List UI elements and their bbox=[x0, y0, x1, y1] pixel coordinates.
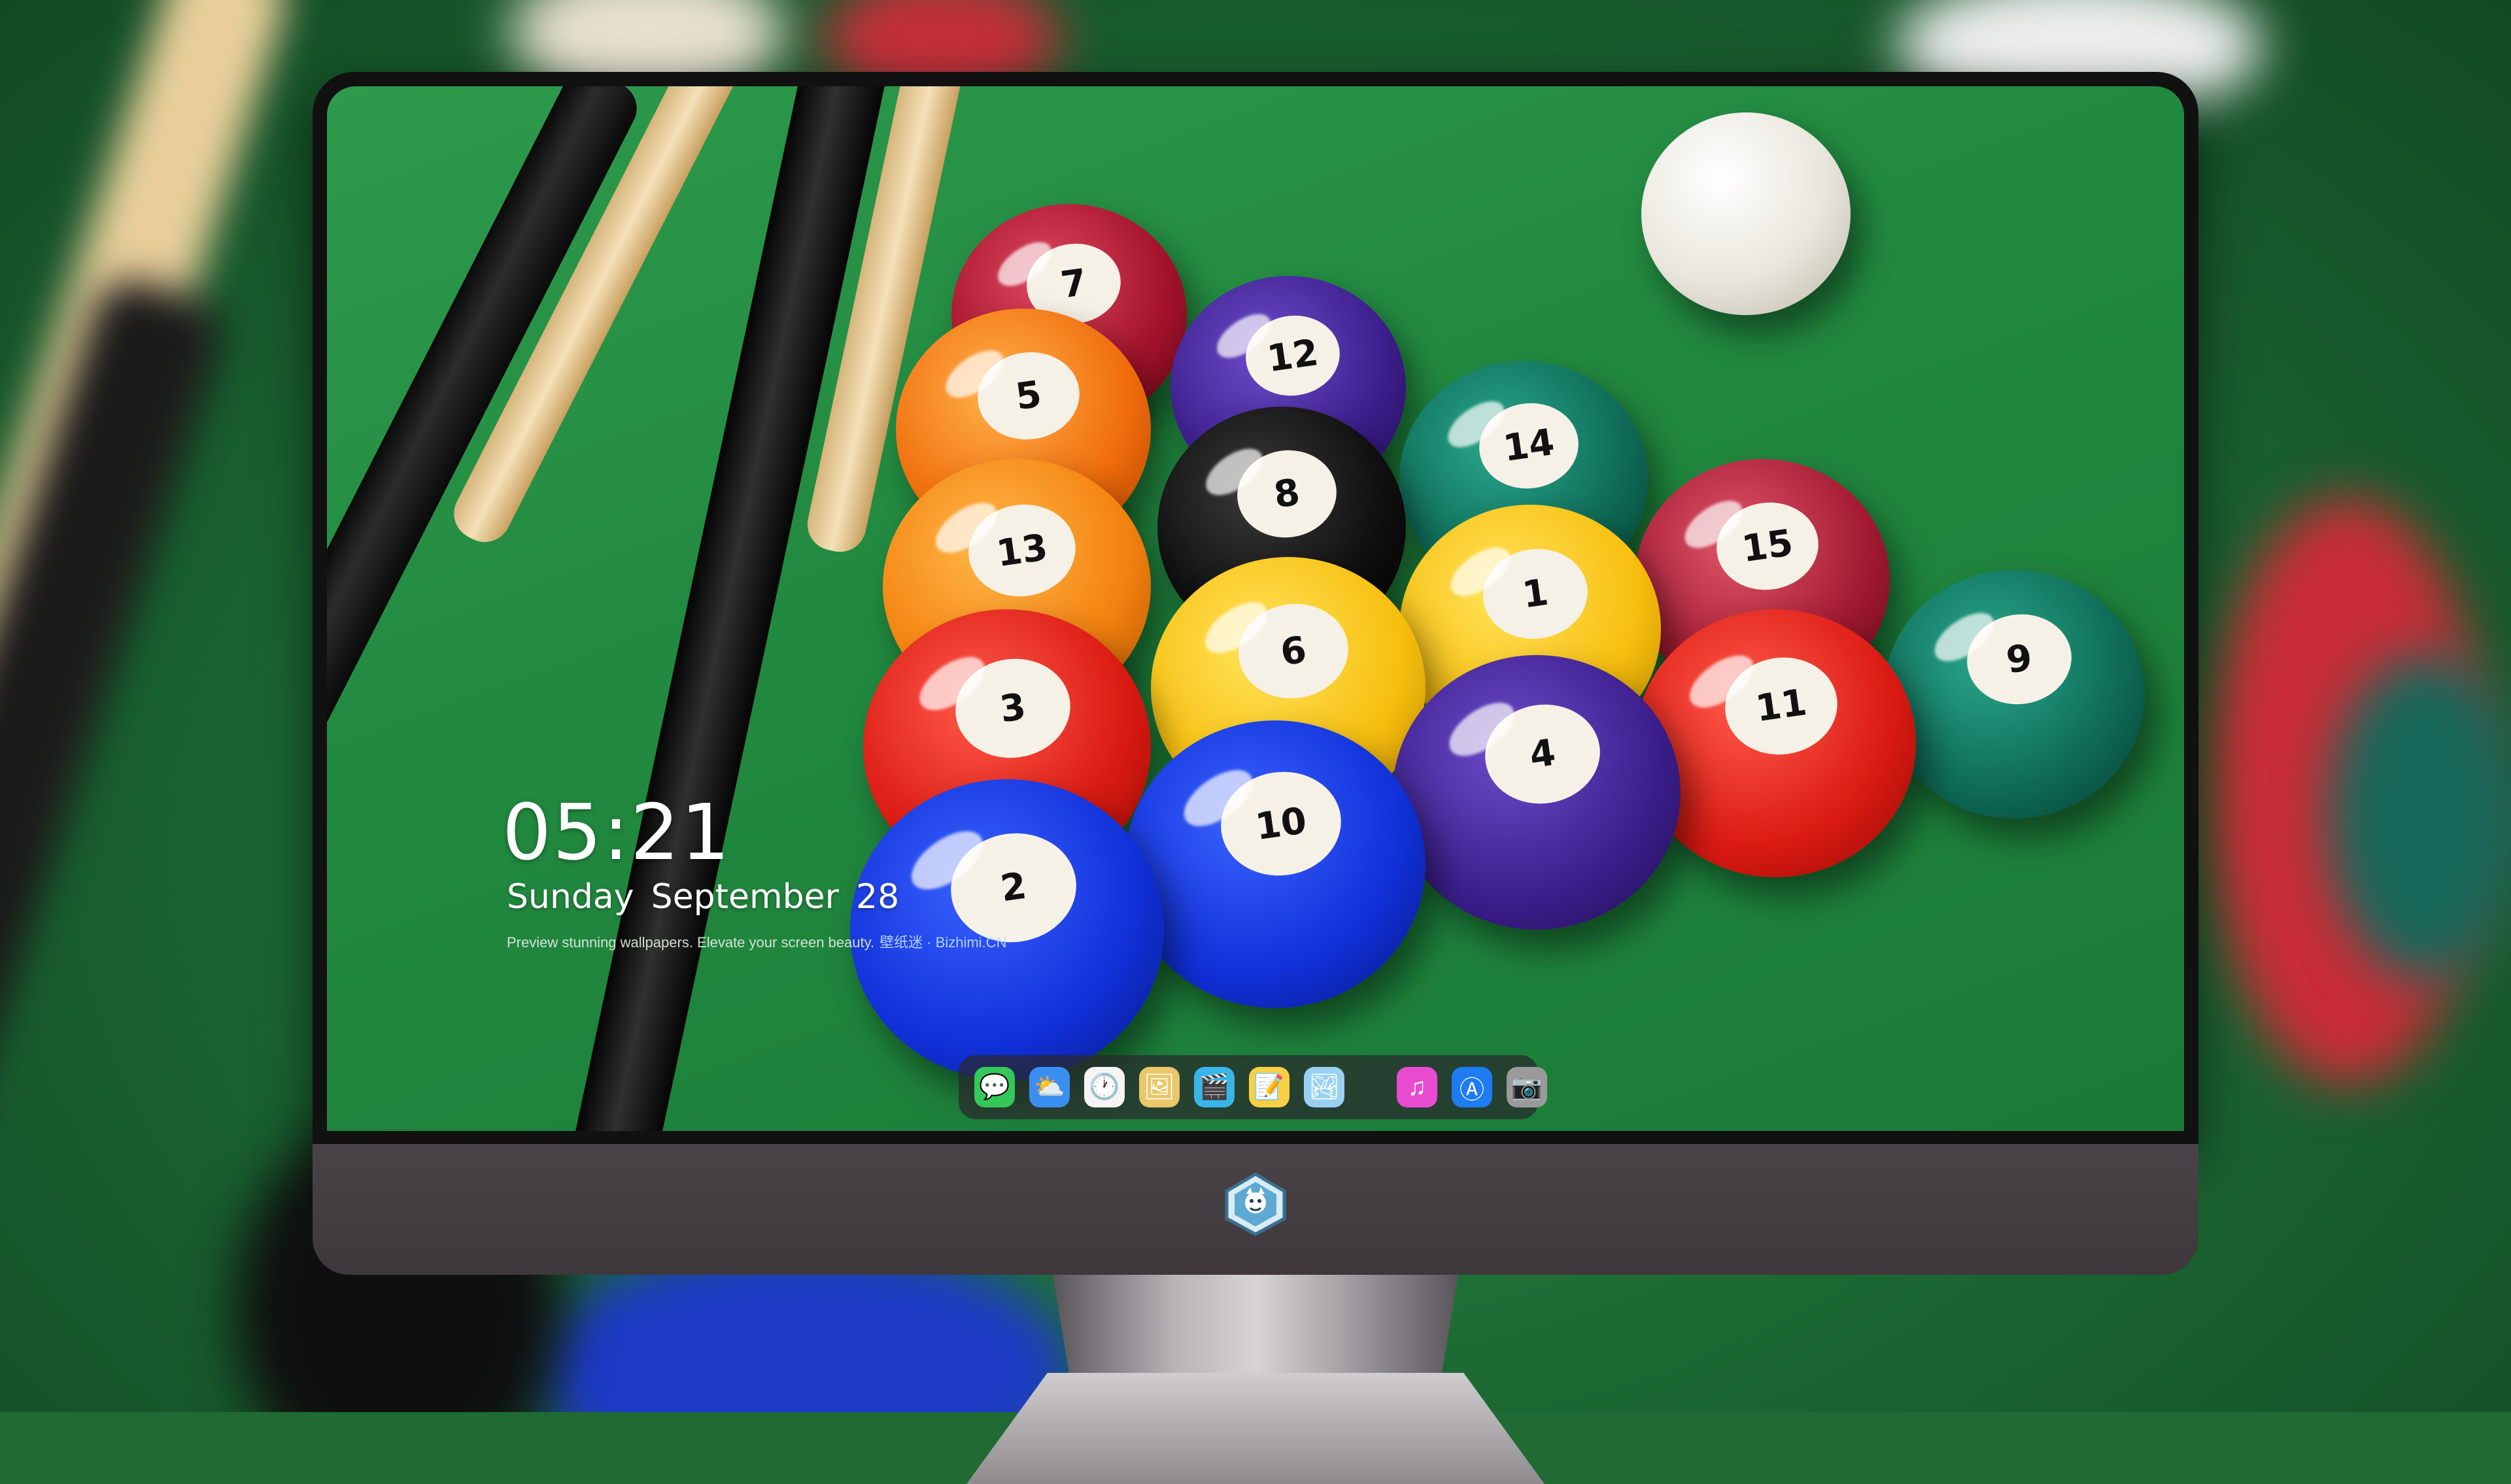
date-weekday: Sunday bbox=[507, 877, 634, 917]
monitor-stand-base bbox=[966, 1373, 1545, 1484]
date-display: Sunday September 28 bbox=[507, 877, 916, 917]
clock-time: 05:21 bbox=[502, 787, 732, 877]
tagline-text: Preview stunning wallpapers. Elevate you… bbox=[507, 934, 875, 951]
date-day: 28 bbox=[856, 877, 900, 917]
ball-2: 2 bbox=[850, 779, 1164, 1080]
weather-icon[interactable]: ⛅ bbox=[1029, 1067, 1070, 1107]
ball-9: 9 bbox=[1883, 570, 2145, 818]
camera-icon[interactable]: 📷 bbox=[1507, 1067, 1547, 1107]
monitor: 7 12 5 14 8 13 15 1 6 3 9 11 4 10 2 05:2… bbox=[313, 72, 2198, 1484]
clock-icon[interactable]: 🕐 bbox=[1084, 1067, 1125, 1107]
preview-icon[interactable]: 🖼 bbox=[1139, 1067, 1180, 1107]
music-icon[interactable]: ♫ bbox=[1397, 1067, 1437, 1107]
monitor-stand-neck bbox=[1053, 1275, 1458, 1373]
ball-10: 10 bbox=[1125, 720, 1426, 1008]
notes-icon[interactable]: 📝 bbox=[1249, 1067, 1290, 1107]
app-store-icon[interactable]: Ⓐ bbox=[1452, 1067, 1492, 1107]
desktop-screen: 7 12 5 14 8 13 15 1 6 3 9 11 4 10 2 05:2… bbox=[327, 86, 2184, 1131]
cue-ball bbox=[1641, 112, 1851, 315]
video-editor-icon[interactable]: 🎬 bbox=[1194, 1067, 1235, 1107]
dock: 💬 ⛅ 🕐 🖼 🎬 📝 🏞 ♫ Ⓐ 📷 bbox=[959, 1055, 1547, 1119]
brand-logo-icon bbox=[1225, 1172, 1286, 1236]
ball-4: 4 bbox=[1393, 655, 1681, 930]
wallpaper-tagline: Preview stunning wallpapers. Elevate you… bbox=[507, 931, 1006, 952]
brand-link[interactable]: 壁纸迷 · Bizhimi.CN bbox=[880, 934, 1006, 951]
blurred-ball bbox=[2328, 654, 2511, 981]
photos-icon[interactable]: 🏞 bbox=[1304, 1067, 1344, 1107]
date-month: September bbox=[651, 877, 839, 917]
messages-icon[interactable]: 💬 bbox=[974, 1067, 1015, 1107]
ball-11: 11 bbox=[1635, 609, 1916, 877]
